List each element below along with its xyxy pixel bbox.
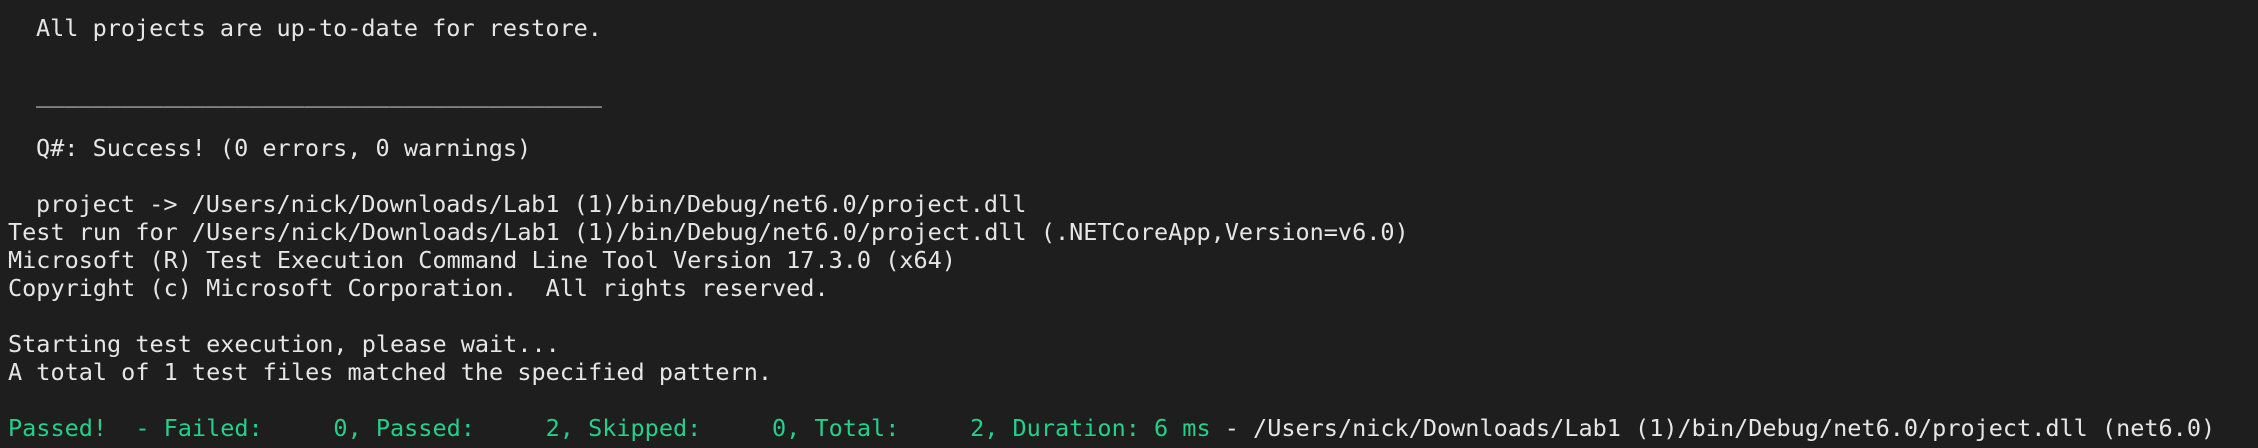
- terminal-output: All projects are up-to-date for restore.…: [0, 0, 2258, 448]
- build-output-path: project -> /Users/nick/Downloads/Lab1 (1…: [36, 190, 1027, 218]
- copyright-notice: Copyright (c) Microsoft Corporation. All…: [8, 274, 829, 302]
- test-tool-version: Microsoft (R) Test Execution Command Lin…: [8, 246, 956, 274]
- starting-test-execution: Starting test execution, please wait...: [8, 330, 560, 358]
- test-result-counts: - Failed: 0, Passed: 2, Skipped: 0, Tota…: [107, 414, 1211, 442]
- test-result-target: - /Users/nick/Downloads/Lab1 (1)/bin/Deb…: [1210, 414, 2216, 442]
- test-summary-line: Passed! - Failed: 0, Passed: 2, Skipped:…: [8, 414, 2215, 442]
- separator-line: ________________________________________: [36, 80, 602, 108]
- test-result-status: Passed!: [8, 414, 108, 442]
- test-run-target: Test run for /Users/nick/Downloads/Lab1 …: [8, 218, 1409, 246]
- matched-test-files: A total of 1 test files matched the spec…: [8, 358, 773, 386]
- restore-message: All projects are up-to-date for restore.: [36, 14, 602, 42]
- qsharp-build-status: Q#: Success! (0 errors, 0 warnings): [36, 134, 532, 162]
